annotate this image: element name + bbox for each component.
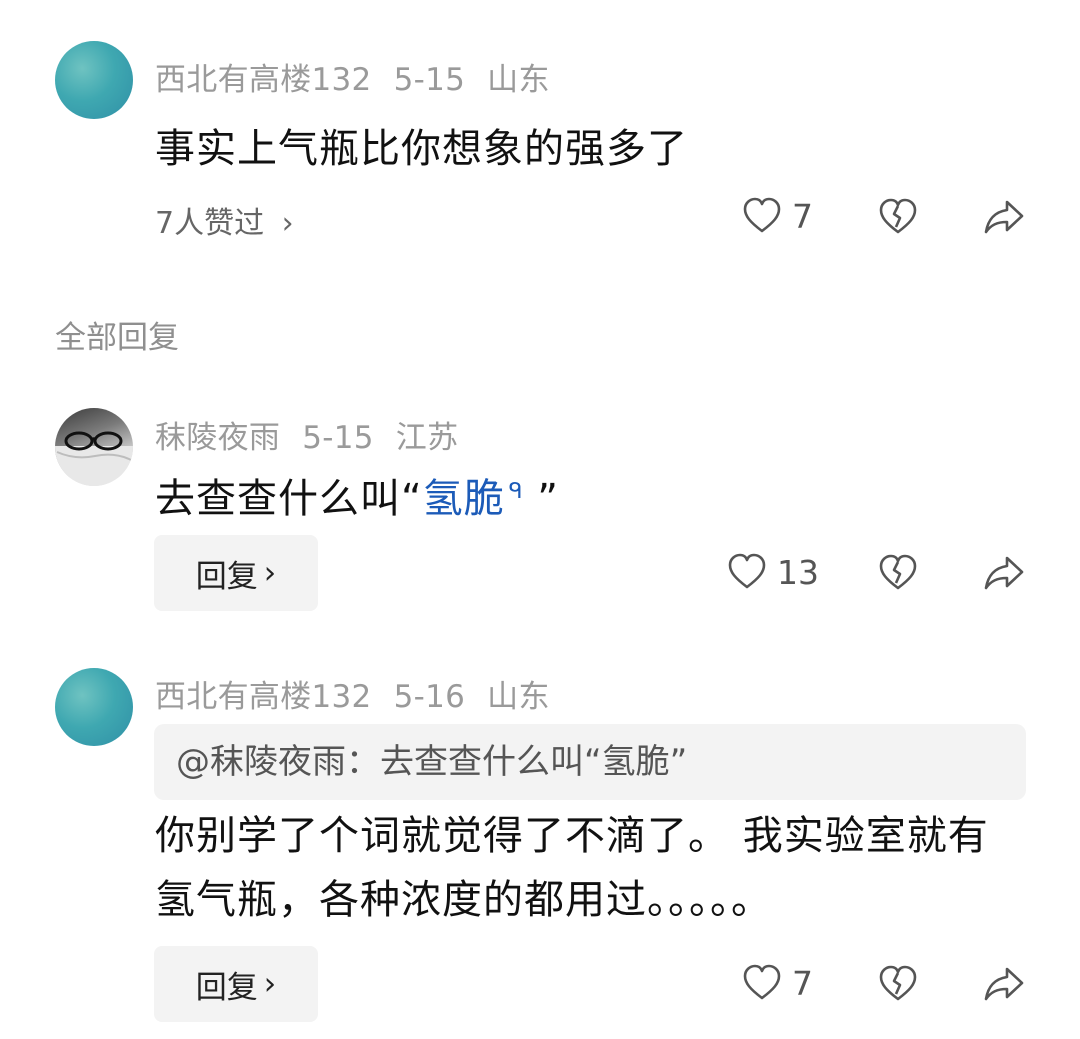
quoted-comment[interactable]: @秣陵夜雨：去查查什么叫“氢脆” — [154, 724, 1026, 800]
username[interactable]: 秣陵夜雨 — [155, 420, 280, 456]
share-button[interactable] — [983, 965, 1025, 1003]
search-icon: ᑫ — [508, 478, 524, 504]
comment-meta: 西北有高楼132 5-15 山东 — [155, 54, 572, 99]
heart-icon — [742, 963, 782, 1003]
comment-text: 去查查什么叫“氢脆 ᑫ ” — [155, 466, 559, 524]
heart-icon — [742, 196, 782, 236]
comment-location: 山东 — [487, 679, 550, 715]
share-icon — [984, 967, 1024, 1001]
reply-button[interactable]: 回复 › — [154, 535, 318, 611]
comment-location: 山东 — [487, 62, 550, 98]
avatar[interactable] — [55, 668, 133, 746]
comment-meta: 西北有高楼132 5-16 山东 — [155, 671, 572, 716]
search-keyword-link[interactable]: 氢脆 ᑫ — [423, 476, 524, 522]
share-icon — [984, 200, 1024, 234]
comment-date: 5-15 — [393, 62, 466, 98]
like-count: 7 — [792, 963, 813, 1003]
likers-label: 7人赞过 — [155, 206, 265, 241]
dislike-button[interactable] — [878, 553, 918, 593]
comment-text-suffix: ” — [523, 476, 559, 522]
share-button[interactable] — [983, 198, 1025, 236]
comment-text-prefix: 去查查什么叫“ — [155, 476, 423, 522]
broken-heart-icon — [879, 198, 917, 234]
comment-meta: 秣陵夜雨 5-15 江苏 — [155, 412, 480, 457]
likers-link[interactable]: 7人赞过 › — [155, 198, 294, 242]
share-icon — [984, 556, 1024, 590]
glasses-image — [55, 431, 133, 486]
chevron-right-icon: › — [263, 966, 277, 1002]
section-title: 全部回复 — [55, 320, 179, 356]
chevron-right-icon: › — [281, 206, 294, 241]
heart-icon — [727, 552, 767, 592]
broken-heart-icon — [879, 965, 917, 1001]
like-button[interactable]: 7 — [742, 196, 813, 236]
avatar[interactable] — [55, 41, 133, 119]
username[interactable]: 西北有高楼132 — [155, 679, 372, 715]
like-button[interactable]: 13 — [727, 552, 819, 592]
like-count: 13 — [777, 552, 819, 592]
comment-date: 5-15 — [302, 420, 374, 456]
like-button[interactable]: 7 — [742, 963, 813, 1003]
reply-label: 回复 — [195, 558, 258, 595]
broken-heart-icon — [879, 554, 917, 590]
comment-location: 江苏 — [395, 420, 459, 456]
like-count: 7 — [792, 196, 813, 236]
reply-button[interactable]: 回复 › — [154, 946, 318, 1022]
dislike-button[interactable] — [878, 197, 918, 237]
comment-date: 5-16 — [393, 679, 466, 715]
chevron-right-icon: › — [263, 555, 277, 591]
avatar[interactable] — [55, 408, 133, 486]
comment-text: 事实上气瓶比你想象的强多了 — [155, 126, 688, 172]
share-button[interactable] — [983, 554, 1025, 592]
keyword-text: 氢脆 — [422, 476, 505, 522]
username[interactable]: 西北有高楼132 — [155, 62, 372, 98]
dislike-button[interactable] — [878, 964, 918, 1004]
comment-text: 你别学了个词就觉得了不滴了。 我实验室就有氢气瓶，各种浓度的都用过。。。。。 — [155, 813, 989, 923]
reply-label: 回复 — [195, 969, 258, 1006]
